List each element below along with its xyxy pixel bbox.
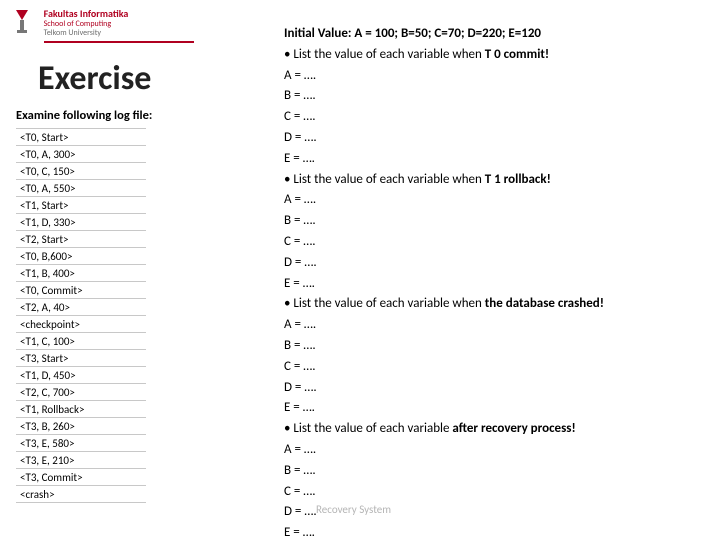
- answer-line: D = ….: [284, 378, 704, 399]
- log-cell: <T1, D, 330>: [16, 214, 146, 231]
- log-row: <T0, Commit>: [16, 282, 146, 299]
- answer-line: B = ….: [284, 86, 704, 107]
- log-cell: <T0, Start>: [16, 129, 146, 146]
- log-row: <crash>: [16, 486, 146, 503]
- log-row: <T1, Start>: [16, 197, 146, 214]
- initial-values: Initial Value: A = 100; B=50; C=70; D=22…: [284, 24, 704, 45]
- answer-line: E = ….: [284, 274, 704, 295]
- answer-line: E = ….: [284, 398, 704, 419]
- page-title: Exercise: [38, 58, 151, 99]
- log-row: <T0, C, 150>: [16, 163, 146, 180]
- log-table: <T0, Start><T0, A, 300><T0, C, 150><T0, …: [16, 128, 146, 503]
- log-row: <T3, Start>: [16, 350, 146, 367]
- log-row: <T2, A, 40>: [16, 299, 146, 316]
- question-bullet: • List the value of each variable when T…: [284, 170, 704, 191]
- log-cell: <T3, Commit>: [16, 469, 146, 486]
- log-cell: <T3, E, 210>: [16, 452, 146, 469]
- question-bullet: • List the value of each variable when T…: [284, 45, 704, 66]
- question-bullet: • List the value of each variable after …: [284, 419, 704, 440]
- log-cell: <T2, A, 40>: [16, 299, 146, 316]
- log-cell: <T0, B,600>: [16, 248, 146, 265]
- log-cell: <checkpoint>: [16, 316, 146, 333]
- bullet-emphasis: the database crashed!: [485, 296, 604, 311]
- log-row: <T2, Start>: [16, 231, 146, 248]
- log-row: <T1, D, 330>: [16, 214, 146, 231]
- answer-line: A = ….: [284, 66, 704, 87]
- question-bullet: • List the value of each variable when t…: [284, 294, 704, 315]
- log-cell: <T0, A, 550>: [16, 180, 146, 197]
- bullet-prefix: • List the value of each variable: [284, 421, 452, 436]
- logo-text: Fakultas Informatika School of Computing…: [44, 8, 194, 43]
- log-row: <T0, A, 300>: [16, 146, 146, 163]
- logo-mark-icon: [14, 8, 36, 41]
- log-cell: <T0, A, 300>: [16, 146, 146, 163]
- logo-underline: [44, 41, 194, 43]
- log-row: <T0, B,600>: [16, 248, 146, 265]
- log-row: <T1, C, 100>: [16, 333, 146, 350]
- log-row: <T2, C, 700>: [16, 384, 146, 401]
- answer-line: C = ….: [284, 232, 704, 253]
- log-cell: <T1, Start>: [16, 197, 146, 214]
- log-row: <T0, Start>: [16, 129, 146, 146]
- bullet-emphasis: T 0 commit!: [485, 47, 549, 62]
- log-row: <T3, E, 210>: [16, 452, 146, 469]
- log-row: <T1, Rollback>: [16, 401, 146, 418]
- answer-line: E = ….: [284, 149, 704, 170]
- log-cell: <T1, Rollback>: [16, 401, 146, 418]
- answer-line: A = ….: [284, 440, 704, 461]
- bullet-emphasis: after recovery process!: [452, 421, 575, 436]
- log-row: <T1, D, 450>: [16, 367, 146, 384]
- log-cell: <T1, B, 400>: [16, 265, 146, 282]
- log-row: <T0, A, 550>: [16, 180, 146, 197]
- logo: Fakultas Informatika School of Computing…: [14, 8, 194, 43]
- bullet-prefix: • List the value of each variable when: [284, 47, 485, 62]
- log-cell: <T3, E, 580>: [16, 435, 146, 452]
- bullet-emphasis: T 1 rollback!: [485, 172, 551, 187]
- question-panel: Initial Value: A = 100; B=50; C=70; D=22…: [284, 24, 704, 544]
- log-cell: <T1, D, 450>: [16, 367, 146, 384]
- answer-line: C = ….: [284, 357, 704, 378]
- log-cell: <T2, C, 700>: [16, 384, 146, 401]
- log-cell: <crash>: [16, 486, 146, 503]
- log-cell: <T3, Start>: [16, 350, 146, 367]
- log-row: <checkpoint>: [16, 316, 146, 333]
- log-row: <T3, Commit>: [16, 469, 146, 486]
- log-cell: <T2, Start>: [16, 231, 146, 248]
- log-cell: <T0, C, 150>: [16, 163, 146, 180]
- answer-line: D = ….: [284, 128, 704, 149]
- answer-line: B = ….: [284, 461, 704, 482]
- log-cell: <T3, B, 260>: [16, 418, 146, 435]
- log-cell: <T1, C, 100>: [16, 333, 146, 350]
- bullet-prefix: • List the value of each variable when: [284, 296, 485, 311]
- answer-line: A = ….: [284, 315, 704, 336]
- instruction-text: Examine following log file:: [16, 108, 152, 123]
- log-row: <T3, B, 260>: [16, 418, 146, 435]
- answer-line: B = ….: [284, 336, 704, 357]
- answer-line: C = ….: [284, 482, 704, 503]
- log-row: <T3, E, 580>: [16, 435, 146, 452]
- log-cell: <T0, Commit>: [16, 282, 146, 299]
- answer-line: E = ….: [284, 523, 704, 544]
- answer-line: D = ….: [284, 253, 704, 274]
- bullet-prefix: • List the value of each variable when: [284, 172, 485, 187]
- log-row: <T1, B, 400>: [16, 265, 146, 282]
- answer-line: B = ….: [284, 211, 704, 232]
- answer-line: A = ….: [284, 190, 704, 211]
- answer-line: C = ….: [284, 107, 704, 128]
- footer-text: Recovery System: [316, 503, 391, 516]
- logo-line-univ: Telkom University: [44, 28, 194, 38]
